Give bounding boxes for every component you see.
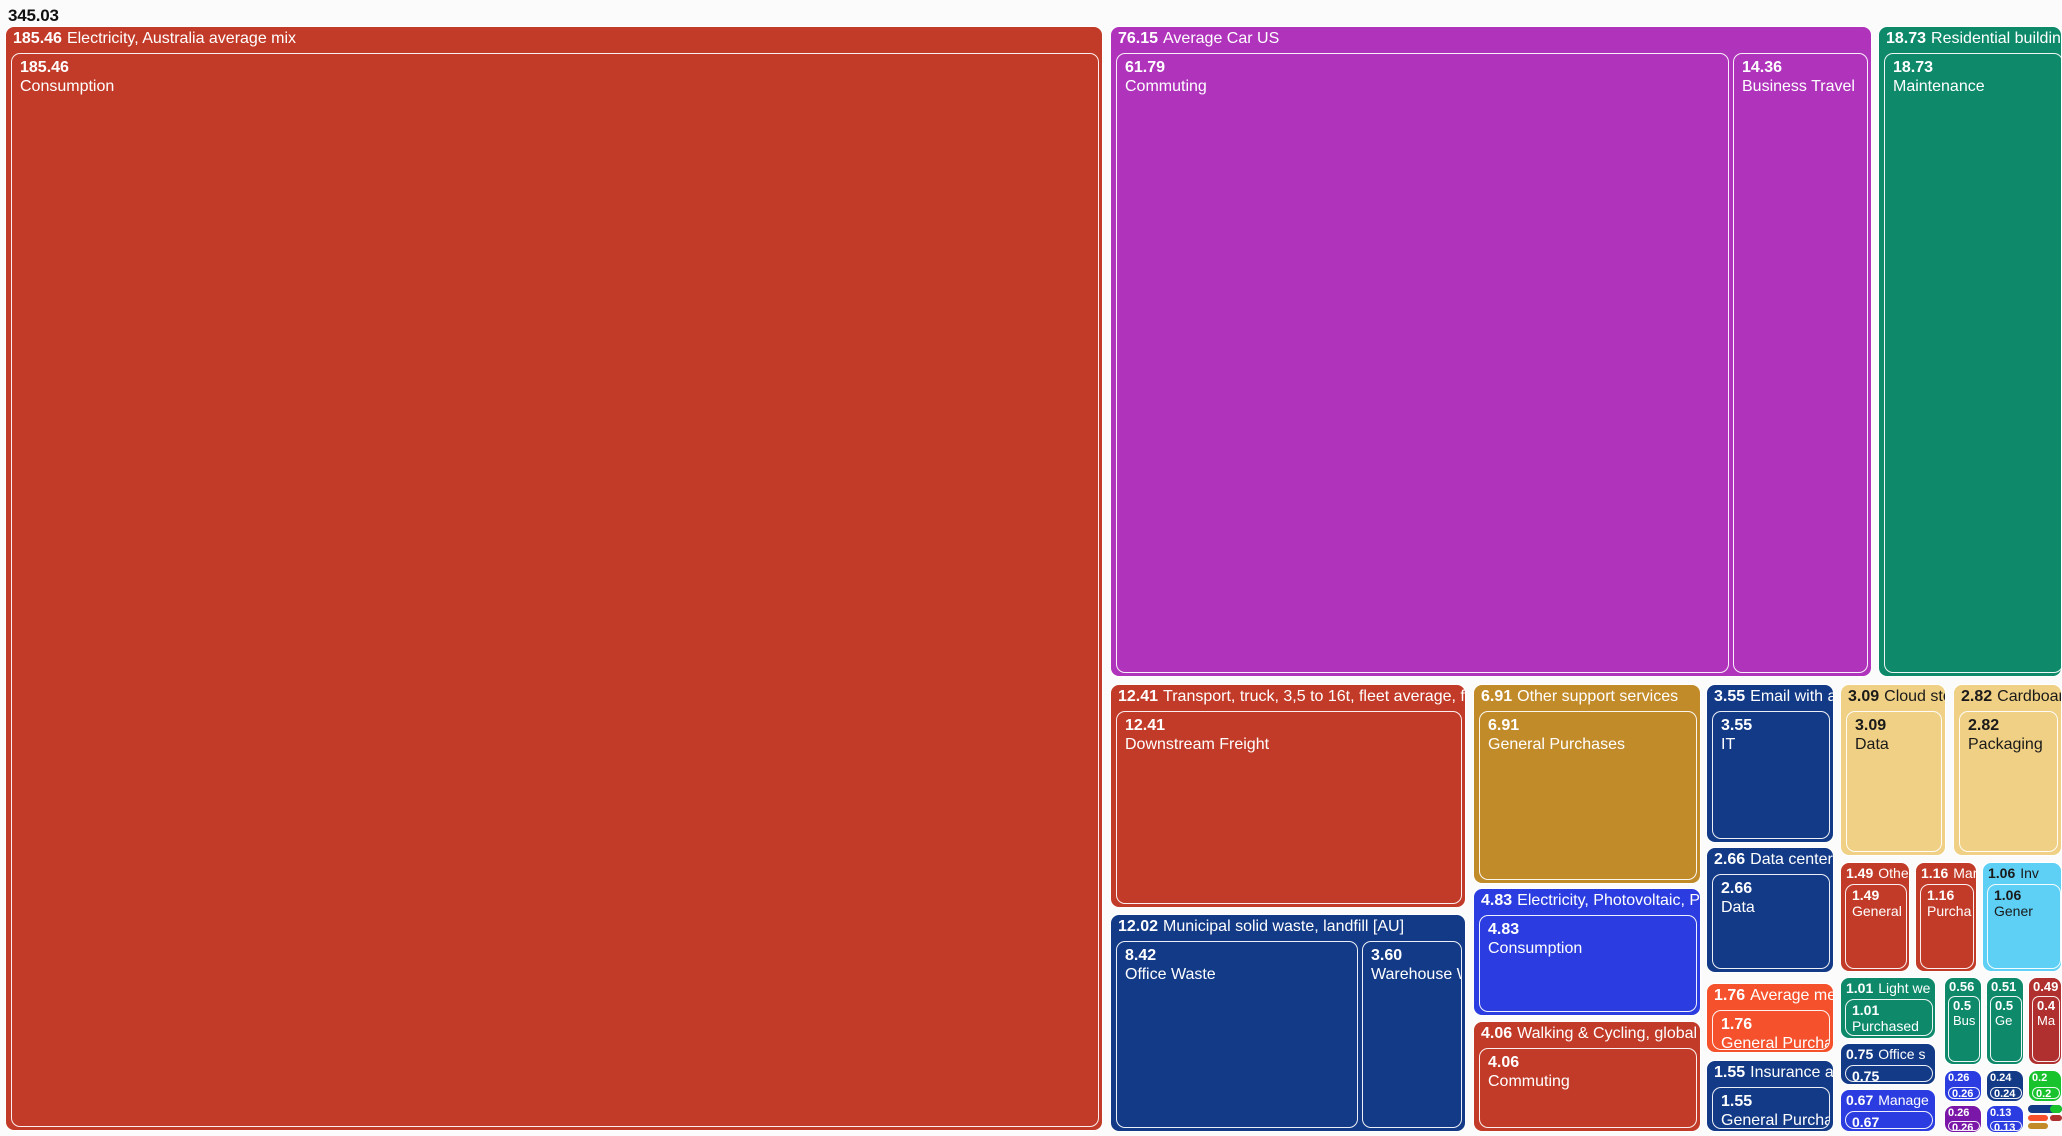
node-header: 1.55Insurance age <box>1714 1064 1833 1081</box>
treemap-node-electricity-photovoltaic[interactable]: 4.83 Electricity, Photovoltaic, P 4.83 Co… <box>1473 888 1701 1016</box>
treemap-leaf-it[interactable]: 3.55 IT <box>1712 711 1830 839</box>
treemap-node-cardboard[interactable]: 2.82 Cardboar 2.82 Packaging <box>1953 684 2062 856</box>
treemap-node-general-teal[interactable]: 0.51 0.5 Ge <box>1986 977 2024 1065</box>
treemap-leaf-general-p[interactable]: 1.49 General P <box>1845 884 1907 969</box>
treemap-leaf-consumption[interactable]: 185.46 Consumption <box>11 53 1099 1127</box>
treemap-leaf-general-teal-child[interactable]: 0.5 Ge <box>1990 996 2022 1062</box>
treemap-leaf-packaging[interactable]: 2.82 Packaging <box>1959 711 2058 852</box>
treemap-node-municipal-solid-waste[interactable]: 12.02 Municipal solid waste, landfill [AU… <box>1110 914 1466 1132</box>
treemap-node-electricity-au[interactable]: 185.46 Electricity, Australia average mix… <box>5 26 1103 1131</box>
treemap-node-insurance-agency[interactable]: 1.55Insurance age 1.55 General Purchase <box>1706 1060 1834 1132</box>
treemap-node-average-meal[interactable]: 1.76Average meal 1.76 General Purchase <box>1706 983 1834 1053</box>
node-header: 4.83 Electricity, Photovoltaic, P <box>1481 892 1700 909</box>
treemap-leaf-maintenance[interactable]: 18.73 Maintenance <box>1884 53 2061 673</box>
treemap-node-sliver-darkred[interactable] <box>2050 1115 2062 1121</box>
node-header: 2.66Data center s <box>1714 851 1833 868</box>
treemap-root: 345.03 185.46 Electricity, Australia aver… <box>0 0 2062 1136</box>
treemap-leaf-office-supplies-child[interactable]: 0.75 <box>1845 1065 1933 1082</box>
treemap-leaf-business-teal-child[interactable]: 0.5 Bus <box>1948 996 1980 1062</box>
node-header: 2.82 Cardboar <box>1961 688 2061 705</box>
treemap-leaf-maintenance-darkred-child[interactable]: 0.4 Ma <box>2032 996 2060 1062</box>
treemap-node-violet-026[interactable]: 0.26 0.26 <box>1944 1105 1982 1133</box>
node-header: 185.46 Electricity, Australia average mix <box>13 30 297 47</box>
treemap-node-maintenance-darkred[interactable]: 0.49 0.4 Ma <box>2028 977 2062 1065</box>
treemap-node-management[interactable]: 0.67 Manage 0.67 <box>1840 1089 1936 1132</box>
node-header: 76.15 Average Car US <box>1118 30 1280 47</box>
node-header: 3.55 Email with at <box>1714 688 1833 705</box>
treemap-leaf-purchases-mfg[interactable]: 1.16 Purcha <box>1920 884 1974 969</box>
treemap-leaf-data-dc[interactable]: 2.66 Data <box>1712 874 1830 969</box>
treemap-node-manufacturing[interactable]: 1.16 Mar 1.16 Purcha <box>1915 862 1977 972</box>
treemap-leaf-general-purchase-meal[interactable]: 1.76 General Purchase <box>1712 1010 1830 1050</box>
node-header: 0.13 <box>1990 1107 2012 1119</box>
treemap-leaf-general-purchase-insurance[interactable]: 1.55 General Purchase <box>1712 1087 1830 1129</box>
treemap-node-sliver-gold[interactable] <box>2028 1123 2048 1129</box>
node-header: 0.49 <box>2033 979 2059 994</box>
treemap-leaf-commuting-walking[interactable]: 4.06 Commuting <box>1479 1048 1697 1128</box>
node-header: 0.56 <box>1949 979 1975 994</box>
treemap-leaf-data-cloud[interactable]: 3.09 Data <box>1846 711 1942 852</box>
treemap-leaf-purchased-lw[interactable]: 1.01 Purchased <box>1845 999 1933 1036</box>
treemap-node-transport-truck[interactable]: 12.41 Transport, truck, 3,5 to 16t, fleet… <box>1110 684 1466 908</box>
treemap-node-walking-cycling[interactable]: 4.06 Walking & Cycling, global a 4.06 Com… <box>1473 1021 1701 1132</box>
node-header: 0.51 <box>1991 979 2017 994</box>
node-header: 1.01 Light we <box>1846 980 1931 996</box>
treemap-leaf-business-travel[interactable]: 14.36 Business Travel <box>1733 53 1868 673</box>
treemap-node-other[interactable]: 1.49Other 1.49 General P <box>1840 862 1910 972</box>
treemap-node-residential-building[interactable]: 18.73 Residential building 18.73 Maintena… <box>1878 26 2062 677</box>
treemap-total-label: 345.03 <box>8 6 59 25</box>
treemap-leaf-general-invest[interactable]: 1.06 Gener <box>1987 884 2061 969</box>
treemap-leaf-violet-026-child[interactable]: 0.26 <box>1948 1121 1980 1131</box>
treemap-node-email-with-attachment[interactable]: 3.55 Email with at 3.55 IT <box>1706 684 1834 843</box>
node-header: 0.24 <box>1990 1072 2012 1084</box>
treemap-node-sliver-green[interactable] <box>2050 1105 2062 1113</box>
node-header: 0.67 Manage <box>1846 1092 1929 1108</box>
node-header: 4.06 Walking & Cycling, global a <box>1481 1025 1700 1042</box>
treemap-leaf-navy-024-child[interactable]: 0.24 <box>1990 1087 2022 1099</box>
treemap-node-investment[interactable]: 1.06 Inv 1.06 Gener <box>1982 862 2062 972</box>
node-header: 1.76Average meal <box>1714 987 1833 1004</box>
node-header: 12.02 Municipal solid waste, landfill [AU… <box>1118 918 1405 935</box>
treemap-leaf-downstream-freight[interactable]: 12.41 Downstream Freight <box>1116 711 1462 904</box>
treemap-leaf-blue-026-child[interactable]: 0.26 <box>1948 1087 1980 1099</box>
node-header: 1.16 Mar <box>1921 865 1976 881</box>
treemap-node-navy-024[interactable]: 0.24 0.24 <box>1986 1070 2024 1102</box>
node-header: 0.26 <box>1948 1107 1970 1119</box>
node-header: 0.2 <box>2032 1072 2048 1084</box>
treemap-node-sliver-orange[interactable] <box>2028 1115 2048 1121</box>
treemap-leaf-warehouse-waste[interactable]: 3.60 Warehouse W <box>1362 941 1462 1128</box>
node-header: 1.06 Inv <box>1988 865 2039 881</box>
node-header: 3.09Cloud stor <box>1848 688 1945 705</box>
treemap-leaf-management-child[interactable]: 0.67 <box>1845 1111 1933 1129</box>
node-header: 0.26 <box>1948 1072 1970 1084</box>
treemap-node-data-center-services[interactable]: 2.66Data center s 2.66 Data <box>1706 847 1834 973</box>
treemap-leaf-blue-013-child[interactable]: 0.13 <box>1990 1121 2022 1131</box>
treemap-leaf-consumption-pv[interactable]: 4.83 Consumption <box>1479 915 1697 1012</box>
node-header: 6.91 Other support services <box>1481 688 1679 705</box>
treemap-leaf-commuting[interactable]: 61.79 Commuting <box>1116 53 1729 673</box>
treemap-leaf-general-purchases[interactable]: 6.91 General Purchases <box>1479 711 1697 880</box>
treemap-leaf-office-waste[interactable]: 8.42 Office Waste <box>1116 941 1358 1128</box>
node-header: 0.75 Office s <box>1846 1046 1926 1062</box>
treemap-node-light-weight[interactable]: 1.01 Light we 1.01 Purchased <box>1840 977 1936 1039</box>
treemap-leaf-green-02-child[interactable]: 0.2 <box>2032 1087 2060 1099</box>
treemap-node-blue-026[interactable]: 0.26 0.26 <box>1944 1070 1982 1102</box>
node-header: 18.73 Residential building <box>1886 30 2061 47</box>
treemap-node-green-02[interactable]: 0.2 0.2 <box>2028 1070 2062 1102</box>
treemap-node-blue-013[interactable]: 0.13 0.13 <box>1986 1105 2024 1133</box>
treemap-node-cloud-storage[interactable]: 3.09Cloud stor 3.09 Data <box>1840 684 1946 856</box>
treemap-node-business-teal[interactable]: 0.56 0.5 Bus <box>1944 977 1982 1065</box>
treemap-node-other-support-services[interactable]: 6.91 Other support services 6.91 General … <box>1473 684 1701 884</box>
node-header: 1.49Other <box>1846 865 1909 881</box>
treemap-node-average-car-us[interactable]: 76.15 Average Car US 61.79 Commuting 14.3… <box>1110 26 1872 677</box>
treemap-node-office-supplies[interactable]: 0.75 Office s 0.75 <box>1840 1043 1936 1085</box>
node-header: 12.41 Transport, truck, 3,5 to 16t, fleet… <box>1118 688 1465 705</box>
